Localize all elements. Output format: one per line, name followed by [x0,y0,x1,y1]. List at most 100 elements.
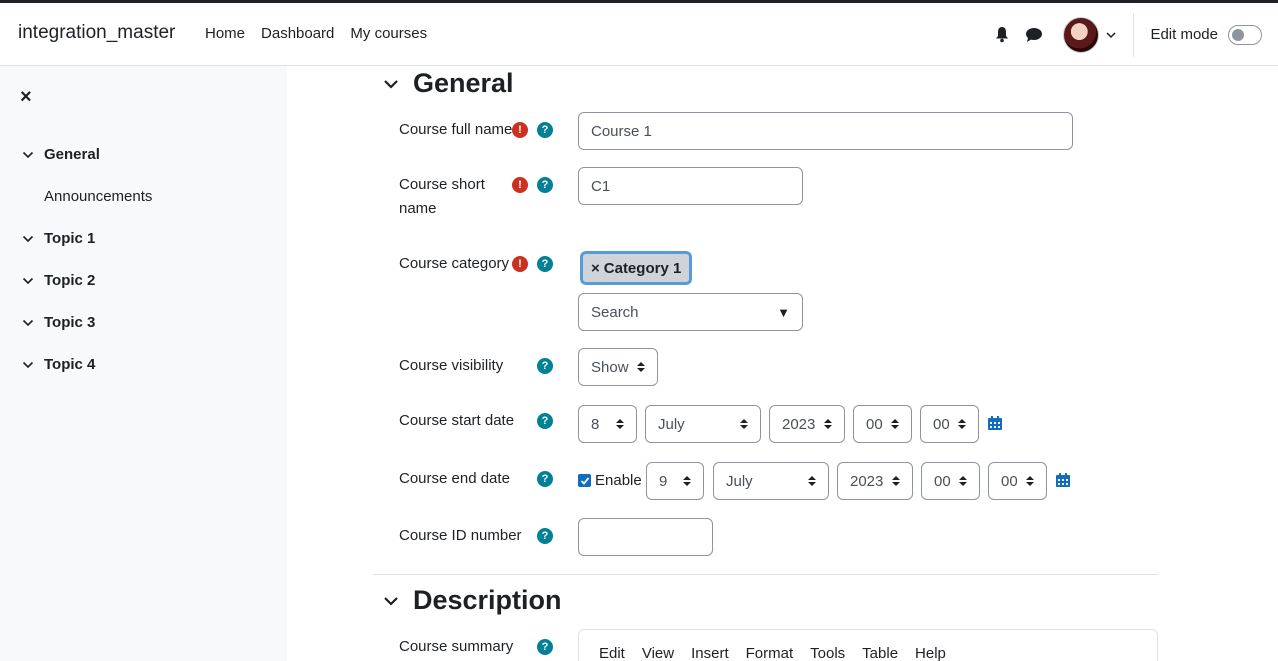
chat-icon[interactable] [1024,25,1044,45]
enable-label[interactable]: Enable [595,469,642,493]
select-arrows-icon [892,476,900,486]
end-date-enable-checkbox[interactable] [578,474,591,487]
select-arrows-icon [616,419,624,429]
select-arrows-icon [1026,476,1034,486]
help-icon[interactable]: ? [537,413,553,429]
help-icon[interactable]: ? [537,471,553,487]
menu-edit[interactable]: Edit [599,645,625,661]
select-arrows-icon [958,419,966,429]
end-month-select[interactable]: July [713,462,829,500]
visibility-value: Show [591,358,629,376]
calendar-icon[interactable] [987,415,1003,431]
id-number-input[interactable] [578,518,713,556]
menu-view[interactable]: View [642,645,674,661]
section-header-general[interactable]: General [383,68,514,99]
select-arrows-icon [683,476,691,486]
full-name-input[interactable]: Course 1 [578,112,1073,150]
menu-insert[interactable]: Insert [691,645,729,661]
edit-mode-label: Edit mode [1150,26,1218,43]
end-day-select[interactable]: 9 [646,462,704,500]
start-month-select[interactable]: July [645,405,761,443]
drawer-section-topic-2[interactable]: Topic 2 [22,272,95,289]
category-search-input[interactable]: Search ▼ [578,293,803,331]
drawer-item-label: Announcements [44,188,153,205]
nav-my-courses[interactable]: My courses [350,25,427,42]
chevron-down-icon[interactable] [22,361,34,369]
required-icon: ! [512,256,528,272]
drawer-section-general[interactable]: General [22,146,100,163]
end-month-value: July [726,472,753,490]
drawer-section-topic-1[interactable]: Topic 1 [22,230,95,247]
drawer-section-topic-4[interactable]: Topic 4 [22,356,95,373]
chevron-down-icon[interactable] [22,319,34,327]
section-divider [373,574,1158,575]
start-hour-value: 00 [866,415,883,433]
category-label: Course category [399,255,510,272]
end-hour-value: 00 [934,472,951,490]
navbar-divider [1133,12,1135,57]
id-number-label: Course ID number [399,527,522,544]
summary-label: Course summary [399,638,514,655]
help-icon[interactable]: ? [537,177,553,193]
help-icon[interactable]: ? [537,639,553,655]
visibility-select[interactable]: Show [578,348,658,386]
start-month-value: July [658,415,685,433]
nav-home[interactable]: Home [205,25,245,42]
drawer-item-label: Topic 2 [44,272,96,289]
chevron-down-icon[interactable] [383,79,399,89]
drawer-item-announcements[interactable]: Announcements [44,188,152,205]
menu-format[interactable]: Format [746,645,794,661]
required-icon: ! [512,122,528,138]
chevron-down-icon[interactable] [1105,31,1117,39]
edit-mode-toggle[interactable] [1228,24,1262,45]
drawer-item-label: Topic 1 [44,230,96,247]
remove-icon[interactable]: × [591,260,600,277]
summary-editor[interactable]: Edit View Insert Format Tools Table Help [578,629,1158,661]
end-date-label: Course end date [399,470,510,487]
end-hour-select[interactable]: 00 [921,462,980,500]
required-icon: ! [512,177,528,193]
selected-category-badge[interactable]: × Category 1 [580,251,693,285]
help-icon[interactable]: ? [537,528,553,544]
start-day-select[interactable]: 8 [578,405,637,443]
start-minute-select[interactable]: 00 [920,405,979,443]
select-arrows-icon [891,419,899,429]
drawer-item-label: General [44,146,100,163]
chevron-down-icon[interactable] [22,277,34,285]
drawer-section-topic-3[interactable]: Topic 3 [22,314,95,331]
start-hour-select[interactable]: 00 [853,405,912,443]
toggle-knob [1232,28,1244,41]
help-icon[interactable]: ? [537,358,553,374]
help-icon[interactable]: ? [537,256,553,272]
chevron-down-icon[interactable] [383,596,399,606]
end-year-select[interactable]: 2023 [837,462,913,500]
search-placeholder: Search [591,303,639,321]
short-name-input[interactable]: C1 [578,167,803,205]
start-minute-value: 00 [933,415,950,433]
site-name[interactable]: integration_master [18,22,175,44]
category-badge-label: Category 1 [603,259,682,277]
menu-help[interactable]: Help [915,645,946,661]
menu-tools[interactable]: Tools [810,645,845,661]
close-drawer-button[interactable]: × [20,86,32,109]
section-title: General [413,68,514,98]
section-title: Description [413,585,562,615]
section-header-description[interactable]: Description [383,585,562,616]
nav-dashboard[interactable]: Dashboard [261,25,334,42]
chevron-down-icon[interactable] [22,151,34,159]
bell-icon[interactable] [992,25,1012,45]
help-icon[interactable]: ? [537,122,553,138]
user-navigation: Edit mode [992,3,1278,66]
visibility-label: Course visibility [399,357,504,374]
select-arrows-icon [959,476,967,486]
dropdown-arrow-icon[interactable]: ▼ [777,305,790,320]
drawer-item-label: Topic 4 [44,356,96,373]
start-year-select[interactable]: 2023 [769,405,845,443]
user-avatar[interactable] [1063,16,1100,53]
menu-table[interactable]: Table [862,645,898,661]
end-minute-select[interactable]: 00 [988,462,1047,500]
chevron-down-icon[interactable] [22,235,34,243]
calendar-icon[interactable] [1055,472,1071,488]
full-name-label: Course full name [399,121,513,138]
start-day-value: 8 [591,415,600,433]
